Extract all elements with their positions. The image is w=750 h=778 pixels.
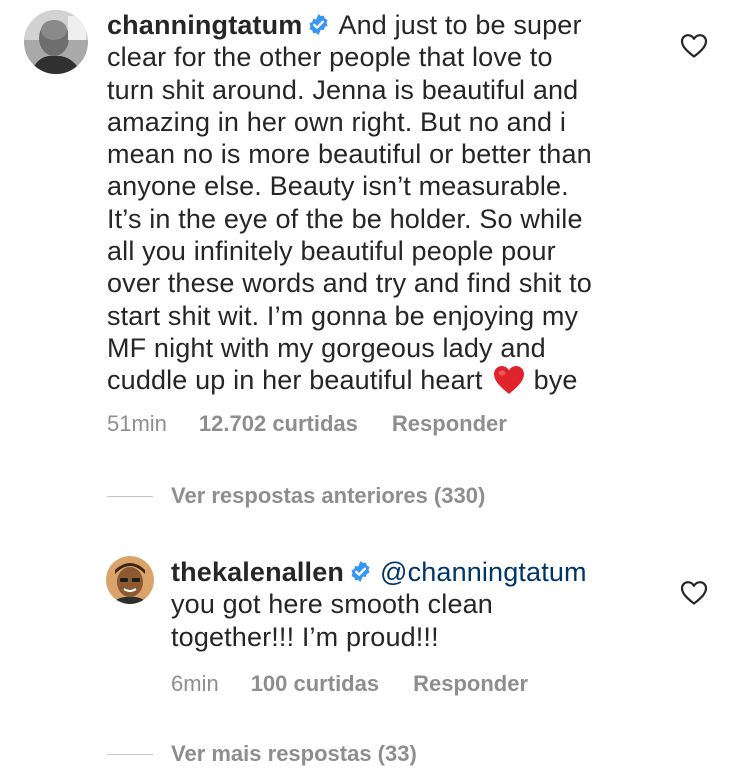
reply-time: 6min — [171, 671, 219, 696]
verified-badge-icon — [351, 560, 370, 583]
comment-line: MF night with my gorgeous lady and — [107, 332, 546, 363]
reply-line: together!!! I’m proud!!! — [171, 621, 439, 652]
comment-line: turn shit around. Jenna is beautiful and — [107, 74, 579, 105]
comment-time: 51min — [107, 411, 167, 436]
reply-line: you got here smooth clean — [171, 589, 493, 620]
profile-photo-icon — [106, 556, 154, 604]
comment-line: all you infinitely beautiful people pour — [107, 236, 556, 267]
reply-body: thekalenallen @channingtatum you got here… — [171, 556, 671, 653]
comment-line: anyone else. Beauty isn’t measurable. — [107, 171, 569, 202]
view-previous-replies-button[interactable]: Ver respostas anteriores (330) — [107, 483, 485, 509]
comment-line: clear for the other people that love to — [107, 42, 553, 73]
comments-page: channingtatum And just to be super clear … — [0, 0, 750, 778]
mention-link[interactable]: @channingtatum — [380, 557, 587, 587]
view-previous-replies-label: Ver respostas anteriores (330) — [171, 483, 486, 508]
avatar[interactable] — [106, 556, 154, 604]
avatar[interactable] — [24, 10, 88, 74]
verified-badge-icon — [309, 13, 328, 36]
comment-line: mean no is more beautiful or better than — [107, 139, 592, 170]
comment-body: channingtatum And just to be super clear … — [107, 9, 707, 397]
view-more-replies-button[interactable]: Ver mais respostas (33) — [107, 741, 417, 767]
heart-outline-icon[interactable] — [680, 580, 708, 606]
heart-outline-icon[interactable] — [680, 33, 708, 59]
comment-meta: 51min 12.702 curtidas Responder — [107, 411, 507, 437]
comment-likes[interactable]: 12.702 curtidas — [199, 411, 358, 437]
reply-likes[interactable]: 100 curtidas — [251, 671, 379, 697]
view-more-replies-label: Ver mais respostas (33) — [171, 741, 417, 766]
reply-button[interactable]: Responder — [413, 671, 528, 697]
comment-username[interactable]: channingtatum — [107, 10, 302, 40]
reply-button[interactable]: Responder — [392, 411, 507, 437]
profile-photo-icon — [24, 10, 88, 74]
comment-line: And just to be super — [338, 10, 582, 40]
comment-line: cuddle up in her beautiful heart — [107, 365, 483, 396]
divider-line — [107, 495, 153, 497]
comment-line: amazing in her own right. But no and i — [107, 106, 566, 137]
comment-text-end: bye — [533, 365, 578, 396]
reply-meta: 6min 100 curtidas Responder — [171, 671, 528, 697]
comment-line: start shit wit. I’m gonna be enjoying my — [107, 300, 579, 331]
divider-line — [107, 753, 153, 755]
comment-line: It’s in the eye of the be holder. So whi… — [107, 203, 583, 234]
reply-username[interactable]: thekalenallen — [171, 557, 344, 587]
red-heart-emoji-icon — [493, 366, 524, 395]
comment-line: over these words and try and find shit t… — [107, 268, 592, 299]
